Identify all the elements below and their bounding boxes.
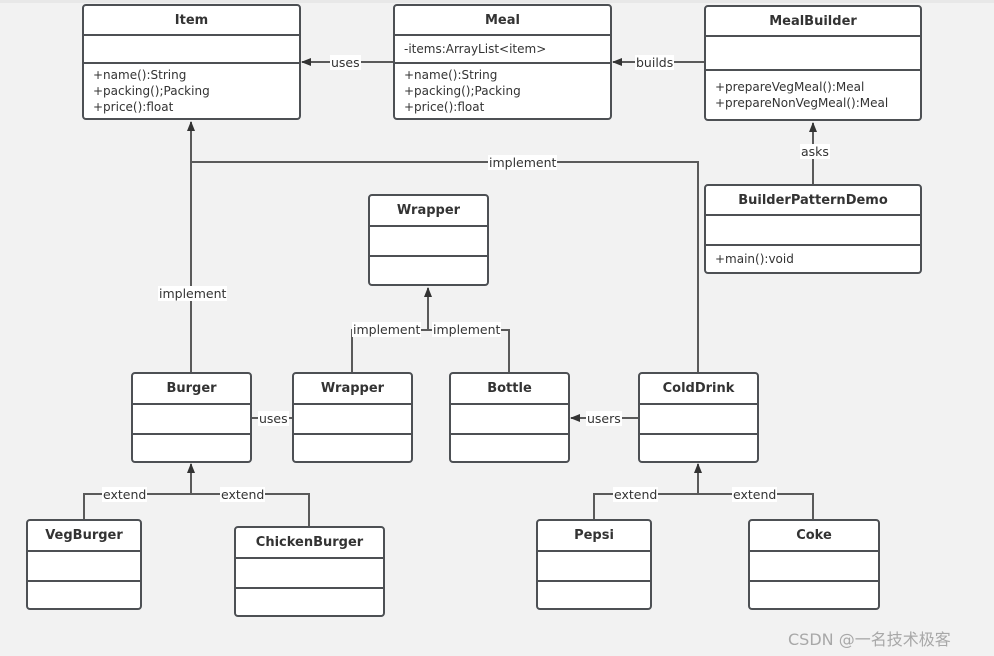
class-operations: +main():void	[706, 246, 920, 267]
class-item[interactable]: Item +name():String +packing();Packing +…	[82, 4, 301, 120]
class-coke[interactable]: Coke	[748, 519, 880, 610]
class-pepsi[interactable]: Pepsi	[536, 519, 652, 610]
class-attributes	[133, 405, 250, 435]
class-attributes	[294, 405, 411, 435]
watermark: CSDN @一名技术极客	[788, 630, 951, 649]
class-name: BuilderPatternDemo	[706, 186, 920, 216]
class-attributes	[451, 405, 568, 435]
class-attributes	[28, 552, 140, 582]
class-wrapper[interactable]: Wrapper	[292, 372, 413, 463]
label-coke-extends: extend	[732, 487, 778, 502]
class-attributes	[538, 552, 650, 582]
class-bottle[interactable]: Bottle	[449, 372, 570, 463]
class-wrapper-interface[interactable]: Wrapper	[368, 194, 489, 286]
operation: +main():void	[715, 252, 794, 266]
operation: +name():String	[93, 68, 187, 82]
label-wrapper-implements-wrapper: implement	[352, 322, 422, 337]
class-name: Item	[84, 6, 299, 36]
class-attributes	[706, 216, 920, 246]
operation: +packing();Packing	[93, 84, 210, 98]
class-name: Wrapper	[294, 374, 411, 405]
label-bottle-implements-wrapper: implement	[432, 322, 502, 337]
class-attributes	[84, 36, 299, 64]
class-name: Pepsi	[538, 521, 650, 552]
class-name: Coke	[750, 521, 878, 552]
label-colddrink-implements-item: implement	[488, 155, 558, 170]
class-attributes	[750, 552, 878, 582]
label-burger-implements-item: implement	[158, 286, 228, 301]
class-chicken-burger[interactable]: ChickenBurger	[234, 526, 385, 617]
class-name: MealBuilder	[706, 7, 920, 37]
operation: +price():float	[93, 100, 174, 114]
class-attributes	[640, 405, 757, 435]
class-meal-builder[interactable]: MealBuilder +prepareVegMeal():Meal +prep…	[704, 5, 922, 121]
label-burger-uses-wrapper: uses	[258, 411, 289, 426]
class-name: Meal	[395, 6, 610, 36]
class-attributes	[706, 37, 920, 71]
class-cold-drink[interactable]: ColdDrink	[638, 372, 759, 463]
class-attributes	[236, 559, 383, 589]
label-colddrink-users-bottle: users	[586, 411, 622, 426]
label-demo-asks-builder: asks	[800, 144, 830, 159]
class-name: Wrapper	[370, 196, 487, 227]
class-name: Bottle	[451, 374, 568, 405]
operation: +name():String	[404, 68, 498, 82]
class-attributes: -items:ArrayList<item>	[395, 36, 610, 64]
operation: +prepareNonVegMeal():Meal	[715, 96, 889, 110]
label-vegburger-extends: extend	[102, 487, 148, 502]
class-operations: +name():String +packing();Packing +price…	[84, 64, 299, 115]
operation: +price():float	[404, 100, 485, 114]
class-name: ColdDrink	[640, 374, 757, 405]
class-meal[interactable]: Meal -items:ArrayList<item> +name():Stri…	[393, 4, 612, 120]
class-name: VegBurger	[28, 521, 140, 552]
label-meal-uses-item: uses	[330, 55, 361, 70]
operation: +packing();Packing	[404, 84, 521, 98]
class-attributes	[370, 227, 487, 257]
operation: +prepareVegMeal():Meal	[715, 80, 865, 94]
label-builder-builds-meal: builds	[635, 55, 675, 70]
label-chickenburger-extends: extend	[220, 487, 266, 502]
class-burger[interactable]: Burger	[131, 372, 252, 463]
class-operations: +name():String +packing();Packing +price…	[395, 64, 610, 115]
class-builder-pattern-demo[interactable]: BuilderPatternDemo +main():void	[704, 184, 922, 274]
label-pepsi-extends: extend	[613, 487, 659, 502]
class-veg-burger[interactable]: VegBurger	[26, 519, 142, 610]
class-name: ChickenBurger	[236, 528, 383, 559]
class-operations: +prepareVegMeal():Meal +prepareNonVegMea…	[706, 71, 920, 111]
class-name: Burger	[133, 374, 250, 405]
